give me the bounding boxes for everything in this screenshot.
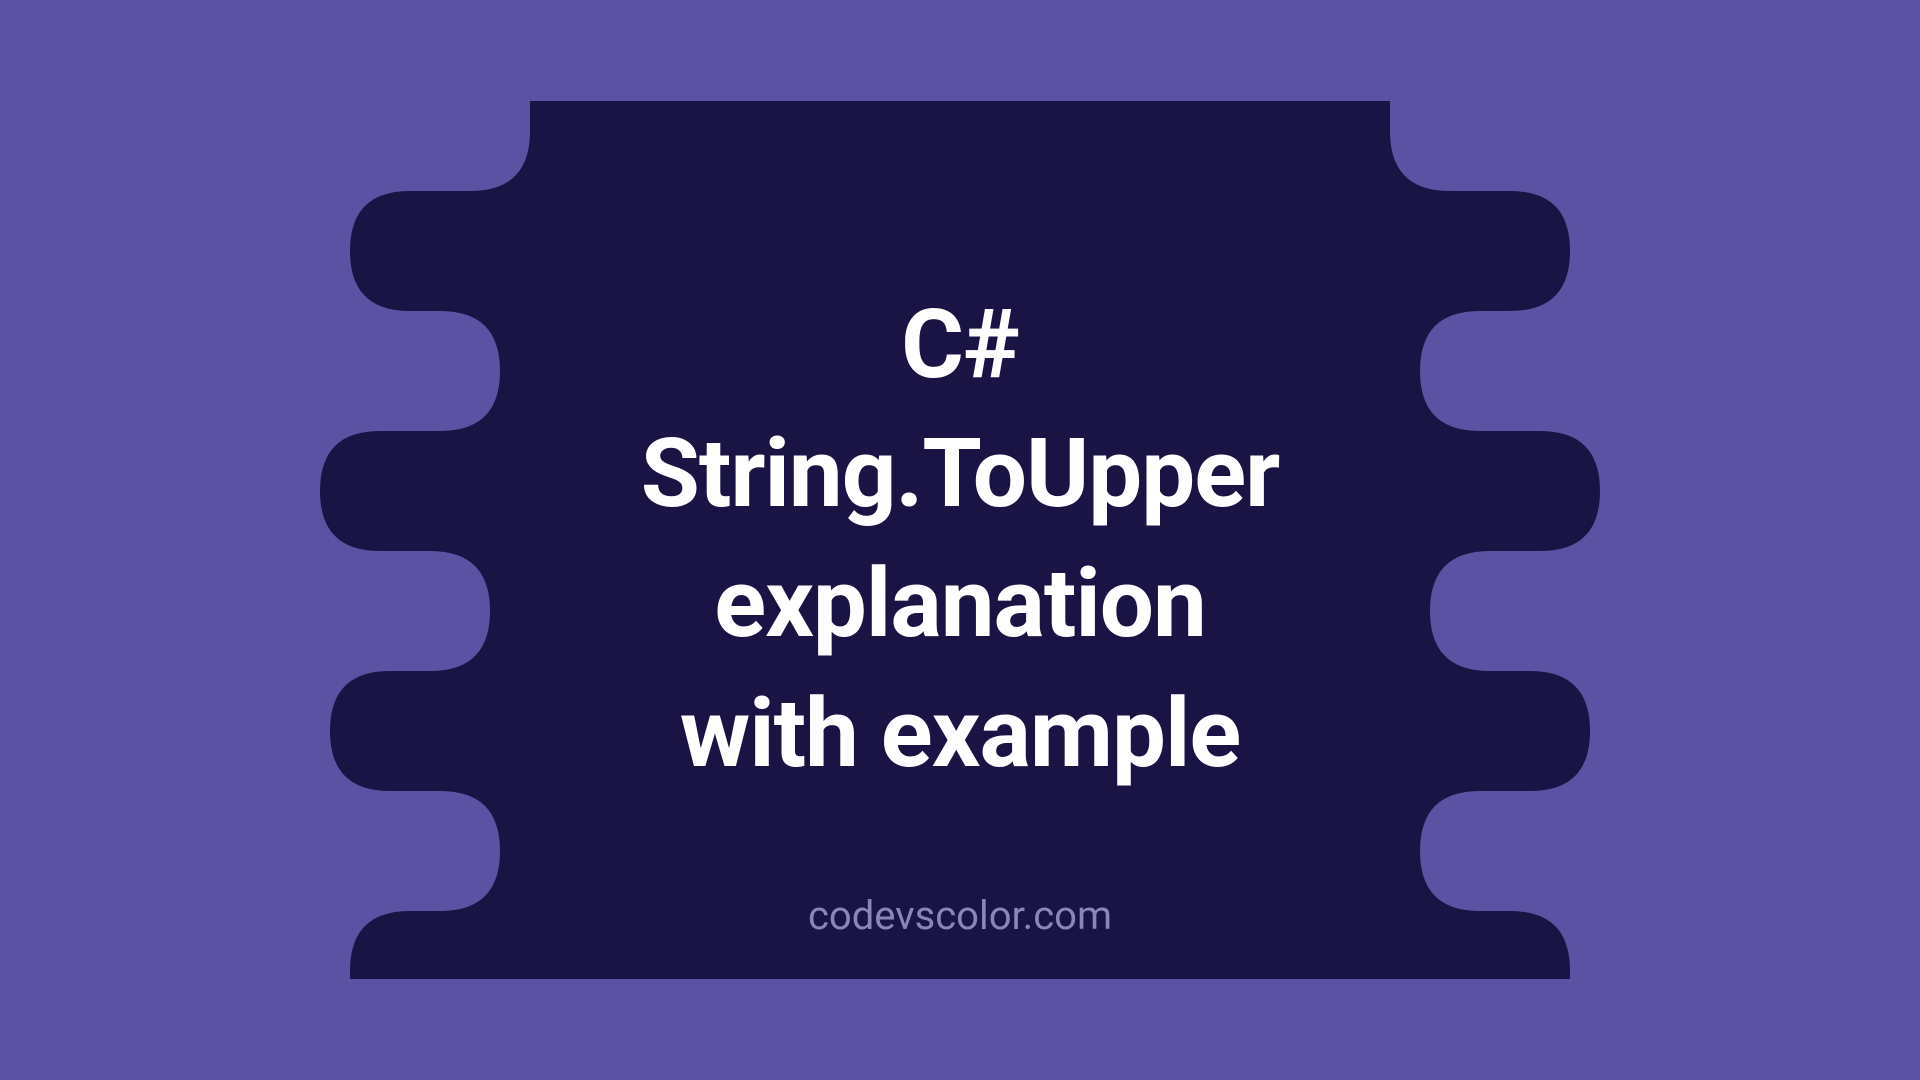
title-line-4: with example — [641, 670, 1280, 800]
banner-content: C# String.ToUpper explanation with examp… — [180, 101, 1740, 979]
promo-banner: C# String.ToUpper explanation with examp… — [180, 101, 1740, 979]
watermark-text: codevscolor.com — [808, 892, 1112, 939]
title-line-3: explanation — [641, 540, 1280, 670]
title-line-1: C# — [641, 281, 1280, 411]
banner-title: C# String.ToUpper explanation with examp… — [641, 281, 1280, 799]
title-line-2: String.ToUpper — [641, 410, 1280, 540]
